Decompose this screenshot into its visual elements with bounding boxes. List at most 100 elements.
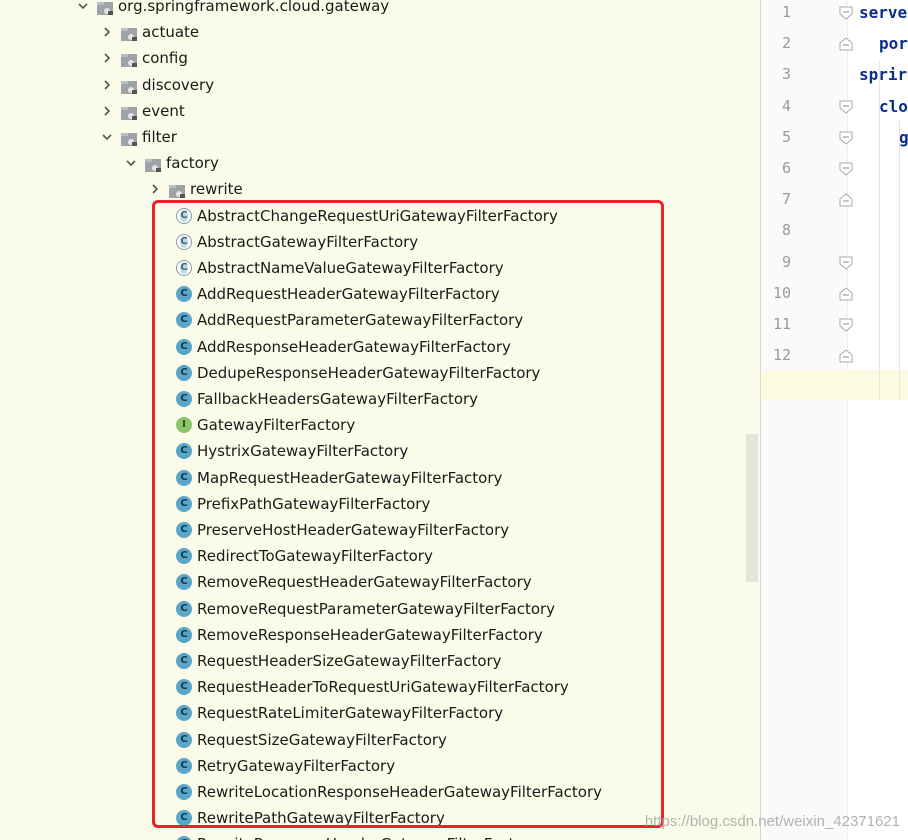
chevron-right-icon[interactable] bbox=[100, 98, 114, 124]
code-editor[interactable]: 12345678910111213 serveporsprirclog bbox=[760, 0, 908, 840]
class-icon: C bbox=[176, 338, 192, 355]
code-line: serve bbox=[859, 3, 908, 22]
chevron-down-icon[interactable] bbox=[100, 124, 114, 150]
fold-marker-icon[interactable] bbox=[839, 37, 853, 51]
node-label: RedirectToGatewayFilterFactory bbox=[197, 547, 433, 566]
node-label: RemoveRequestParameterGatewayFilterFacto… bbox=[197, 599, 556, 618]
class-icon: C bbox=[176, 810, 192, 827]
line-number: 3 bbox=[781, 65, 791, 84]
tree-scrollbar-thumb[interactable] bbox=[746, 434, 758, 582]
node-label: RewritePathGatewayFilterFactory bbox=[197, 809, 445, 828]
fold-marker-icon[interactable] bbox=[839, 287, 853, 301]
node-label: RewriteResponseHeaderGatewayFilterFactor… bbox=[197, 831, 539, 840]
line-number: 2 bbox=[781, 34, 791, 53]
fold-marker-icon[interactable] bbox=[839, 349, 853, 363]
chevron-down-icon[interactable] bbox=[124, 150, 138, 176]
abstract-class-icon: C bbox=[176, 233, 192, 250]
fold-marker-icon[interactable] bbox=[839, 100, 853, 114]
chevron-down-icon[interactable] bbox=[76, 0, 90, 19]
package-icon bbox=[96, 0, 114, 15]
node-label: org.springframework.cloud.gateway bbox=[118, 0, 390, 15]
chevron-right-icon[interactable] bbox=[148, 176, 162, 202]
current-line-highlight bbox=[761, 370, 908, 400]
node-label: HystrixGatewayFilterFactory bbox=[197, 442, 409, 461]
fold-marker-icon[interactable] bbox=[839, 131, 853, 145]
node-label: RequestHeaderSizeGatewayFilterFactory bbox=[197, 652, 502, 670]
package-icon bbox=[120, 103, 138, 120]
node-label: FallbackHeadersGatewayFilterFactory bbox=[197, 390, 479, 408]
package-icon bbox=[120, 77, 138, 94]
abstract-class-icon: C bbox=[176, 260, 192, 276]
node-label: AddRequestHeaderGatewayFilterFactory bbox=[197, 285, 500, 304]
code-line: sprir bbox=[859, 65, 908, 85]
node-label: RewriteLocationResponseHeaderGatewayFilt… bbox=[197, 783, 602, 801]
line-number: 9 bbox=[781, 252, 791, 271]
class-icon: C bbox=[176, 757, 192, 774]
node-label: MapRequestHeaderGatewayFilterFactory bbox=[197, 468, 503, 487]
class-icon: C bbox=[176, 364, 192, 381]
package-icon bbox=[120, 129, 138, 146]
line-number: 1 bbox=[781, 3, 791, 21]
line-number: 11 bbox=[772, 315, 791, 333]
class-icon: C bbox=[176, 495, 192, 512]
indent-guide bbox=[899, 120, 900, 400]
fold-marker-icon[interactable] bbox=[839, 162, 853, 176]
node-label: rewrite bbox=[190, 180, 243, 199]
node-label: factory bbox=[166, 154, 219, 173]
node-label: PrefixPathGatewayFilterFactory bbox=[197, 494, 431, 513]
class-icon: C bbox=[176, 574, 192, 591]
class-icon: C bbox=[176, 731, 192, 748]
chevron-right-icon[interactable] bbox=[100, 45, 114, 71]
class-icon: C bbox=[176, 522, 192, 538]
node-label: RemoveResponseHeaderGatewayFilterFactory bbox=[197, 625, 543, 644]
node-label: DedupeResponseHeaderGatewayFilterFactory bbox=[197, 363, 541, 382]
chevron-right-icon[interactable] bbox=[100, 72, 114, 98]
package-icon bbox=[120, 50, 138, 68]
class-icon: C bbox=[176, 548, 192, 565]
class-icon: C bbox=[176, 653, 192, 669]
code-line: por bbox=[879, 34, 908, 54]
node-label: AddResponseHeaderGatewayFilterFactory bbox=[197, 337, 511, 356]
node-label: config bbox=[142, 49, 188, 68]
node-label: RequestRateLimiterGatewayFilterFactory bbox=[197, 704, 504, 723]
fold-marker-icon[interactable] bbox=[839, 193, 853, 207]
package-icon bbox=[144, 155, 162, 173]
node-label: PreserveHostHeaderGatewayFilterFactory bbox=[197, 521, 510, 539]
class-icon: C bbox=[176, 626, 192, 643]
package-icon bbox=[120, 24, 138, 42]
fold-marker-icon[interactable] bbox=[839, 318, 853, 332]
chevron-right-icon[interactable] bbox=[100, 19, 114, 45]
class-icon: C bbox=[176, 679, 192, 696]
interface-icon: I bbox=[176, 417, 192, 434]
node-label: AbstractNameValueGatewayFilterFactory bbox=[197, 259, 504, 277]
line-number: 10 bbox=[772, 283, 791, 302]
node-label: RequestSizeGatewayFilterFactory bbox=[197, 730, 447, 749]
class-icon: C bbox=[176, 705, 192, 722]
class-icon: C bbox=[176, 286, 192, 303]
line-number: 7 bbox=[781, 190, 791, 209]
line-number: 8 bbox=[781, 221, 791, 240]
project-tree-panel: org.springframework.cloud.gateway actuate… bbox=[0, 0, 760, 840]
line-number: 5 bbox=[781, 127, 791, 146]
package-icon bbox=[168, 181, 186, 199]
class-icon: C bbox=[176, 391, 192, 407]
node-label: AbstractGatewayFilterFactory bbox=[197, 232, 419, 251]
code-line: clo bbox=[879, 96, 908, 116]
line-number: 12 bbox=[772, 346, 791, 365]
watermark: https://blog.csdn.net/weixin_42371621 bbox=[644, 813, 900, 830]
node-label: event bbox=[142, 101, 185, 120]
node-label: AbstractChangeRequestUriGatewayFilterFac… bbox=[197, 206, 558, 225]
line-number: 6 bbox=[781, 159, 791, 177]
editor-gutter: 12345678910111213 bbox=[761, 0, 848, 840]
fold-marker-icon[interactable] bbox=[839, 6, 853, 20]
class-icon: C bbox=[176, 469, 192, 486]
node-label: discovery bbox=[142, 75, 215, 94]
class-icon: C bbox=[176, 443, 192, 460]
node-label: filter bbox=[142, 128, 177, 146]
node-label: RetryGatewayFilterFactory bbox=[197, 756, 396, 775]
abstract-class-icon: C bbox=[176, 207, 192, 224]
line-number: 4 bbox=[781, 96, 791, 115]
class-icon: C bbox=[176, 312, 192, 329]
node-label: AddRequestParameterGatewayFilterFactory bbox=[197, 311, 524, 330]
fold-marker-icon[interactable] bbox=[839, 256, 853, 270]
